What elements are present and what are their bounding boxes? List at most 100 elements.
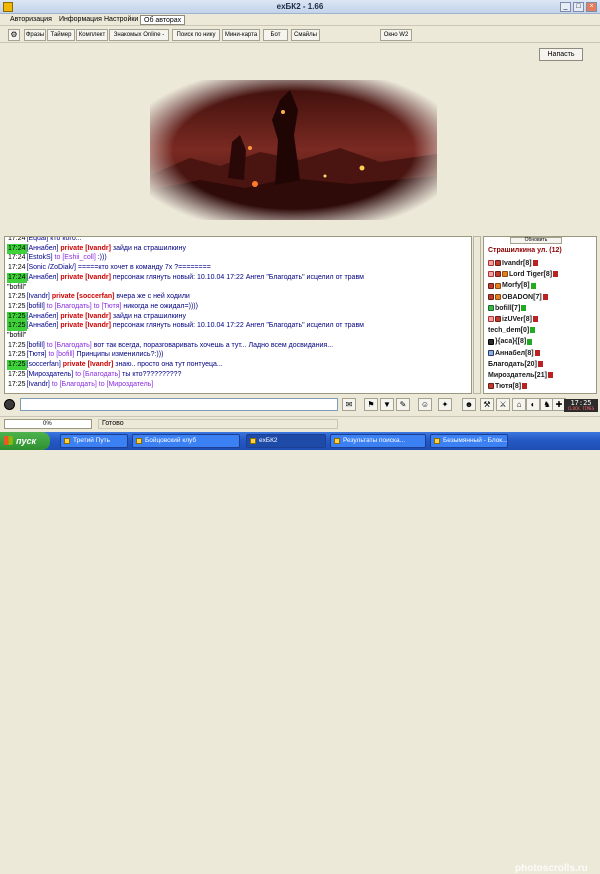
taskbar-window-button[interactable]: Бойцовский клуб [132,434,240,448]
chat-input-field[interactable] [20,398,338,411]
player-name[interactable]: tech_dem[0] [488,327,529,334]
chat-action-icon[interactable]: ✉ [342,398,356,411]
chat-action-icon[interactable]: ✎ [396,398,410,411]
chat-action-icon[interactable]: ▼ [380,398,394,411]
bot-button[interactable]: Бот [263,29,288,41]
chat-sender-nick[interactable]: [Аннабел] [27,245,61,252]
friends-online-button[interactable]: Знакомых Online - [109,29,169,41]
attack-button[interactable]: Напасть [539,48,583,61]
title-bar[interactable]: exБК2 - 1.66 _ □ × [0,0,600,14]
player-name[interactable]: Мироздатель[21] [488,372,547,379]
roster-player[interactable]: Благодать[20] [488,360,596,370]
menu-about[interactable]: Об авторах [140,15,186,25]
taskbar-window-button[interactable]: Третий Путь [60,434,128,448]
roster-refresh-button[interactable]: Обновить [510,237,562,244]
roster-player[interactable]: izUVer[8] [488,315,596,325]
chat-private-target[interactable]: private [soccerfan] [52,293,117,300]
player-name[interactable]: Тютя[8] [495,383,521,390]
chat-log[interactable]: 17:24 [Equal] кто кого... 17:24 [Аннабел… [4,236,472,394]
phrases-button[interactable]: Фразы [24,29,46,41]
chat-sender-nick[interactable]: [Аннабел] [27,274,61,281]
roster-player[interactable]: Тютя[8] [488,382,596,392]
roster-player[interactable]: bofill[7] [488,304,596,314]
player-name[interactable]: Аннабел[8] [495,350,534,357]
player-info-icon[interactable] [530,327,536,334]
chat-private-target[interactable]: private [Ivandr] [63,361,116,368]
taskbar-window-button[interactable]: Результаты поиска... [330,434,426,448]
player-name[interactable]: Благодать[20] [488,361,537,368]
player-name[interactable]: izUVer[8] [502,316,532,323]
roster-player[interactable]: Мироздатель[21] [488,371,596,381]
roster-player[interactable]: }{аса}{[8] [488,337,596,347]
menu-information[interactable]: Информация [56,15,105,25]
chat-action-icon[interactable]: ◐ [526,398,540,411]
chat-recipient[interactable]: to [Благодать] [75,371,122,378]
search-by-nick-button[interactable]: Поиск по нику [172,29,220,41]
roster-player[interactable]: Ivandr[8] [488,259,596,269]
chat-sender-nick[interactable]: [Ivandr] [27,293,52,300]
close-button[interactable]: × [586,2,597,12]
smileys-button[interactable]: Смайлы [291,29,320,41]
menu-authorization[interactable]: Авторизация [7,15,55,25]
chat-sender-nick[interactable]: [Мироздатель] [27,371,76,378]
player-info-icon[interactable] [527,338,533,345]
chat-action-icon[interactable]: ⌂ [512,398,526,411]
player-name[interactable]: Ivandr[8] [502,260,532,267]
chat-private-target[interactable]: private [Ivandr] [60,322,113,329]
player-name[interactable]: OBADON[7] [502,294,542,301]
chat-sender-nick[interactable]: [Sonic /ZoDiak/] [27,264,78,271]
chat-private-target[interactable]: private [Ivandr] [60,245,113,252]
player-info-icon[interactable] [534,349,540,356]
chat-sender-nick[interactable]: [Ivandr] [27,381,52,388]
chat-scrollbar[interactable] [473,236,481,394]
maximize-button[interactable]: □ [573,2,584,12]
chat-sender-nick[interactable]: [Equal] [27,237,51,242]
chat-recipient[interactable]: to [bofill] [48,351,76,358]
minimize-button[interactable]: _ [560,2,571,12]
player-info-icon[interactable] [522,383,528,390]
chat-sender-nick[interactable]: [bofill] [27,342,47,349]
player-name[interactable]: }{аса}{[8] [495,338,526,345]
chat-private-target[interactable]: private [Ivandr] [60,313,113,320]
chat-sender-nick[interactable]: [Аннабел] [27,322,61,329]
player-name[interactable]: Lord Tiger[8] [509,271,552,278]
chat-action-icon[interactable]: ⚑ [364,398,378,411]
player-info-icon[interactable] [530,282,536,289]
chat-sender-nick[interactable]: [Аннабел] [27,313,61,320]
chat-action-icon[interactable]: ⚒ [480,398,494,411]
chat-sender-nick[interactable]: [Тютя] [27,351,49,358]
chat-action-icon[interactable]: ☺ [418,398,432,411]
window-w2-button[interactable]: Окно W2 [380,29,412,41]
talk-icon[interactable] [4,399,15,410]
taskbar-window-button[interactable]: exБК2 [246,434,326,448]
roster-player[interactable]: Lord Tiger[8] [488,270,596,280]
player-info-icon[interactable] [542,293,548,300]
player-info-icon[interactable] [532,316,538,323]
chat-action-icon[interactable]: ☻ [462,398,476,411]
chat-action-icon[interactable]: ⚔ [496,398,510,411]
taskbar-window-button[interactable]: Безымянный - Блок... [430,434,508,448]
chat-action-icon[interactable]: ✦ [438,398,452,411]
player-name[interactable]: bofill[7] [495,305,520,312]
roster-player[interactable]: Morfy[8] [488,281,596,291]
player-name[interactable]: Morfy[8] [502,282,530,289]
roster-player[interactable]: Аннабел[8] [488,349,596,359]
player-info-icon[interactable] [521,304,527,311]
chat-sender-nick[interactable]: [bofill] [27,303,47,310]
player-info-icon[interactable] [553,271,559,278]
player-info-icon[interactable] [537,360,543,367]
chat-sender-nick[interactable]: [EstokS] [27,254,55,261]
chat-recipient[interactable]: to [Eshii_coll] [55,254,98,261]
chat-recipient[interactable]: to [Благодать] to [Мироздатель] [52,381,153,388]
location-scene-image[interactable] [150,80,437,220]
roster-player[interactable]: tech_dem[0] [488,326,596,336]
player-info-icon[interactable] [547,372,553,379]
minimap-button[interactable]: Мини-карта [222,29,260,41]
chat-recipient[interactable]: to [Благодать] [47,342,94,349]
start-button[interactable]: пуск [0,432,50,450]
menu-settings[interactable]: Настройки [101,15,141,25]
chat-sender-nick[interactable]: [soccerfan] [27,361,63,368]
player-info-icon[interactable] [532,260,538,267]
kit-button[interactable]: Комплект [76,29,108,41]
chat-private-target[interactable]: private [Ivandr] [60,274,113,281]
